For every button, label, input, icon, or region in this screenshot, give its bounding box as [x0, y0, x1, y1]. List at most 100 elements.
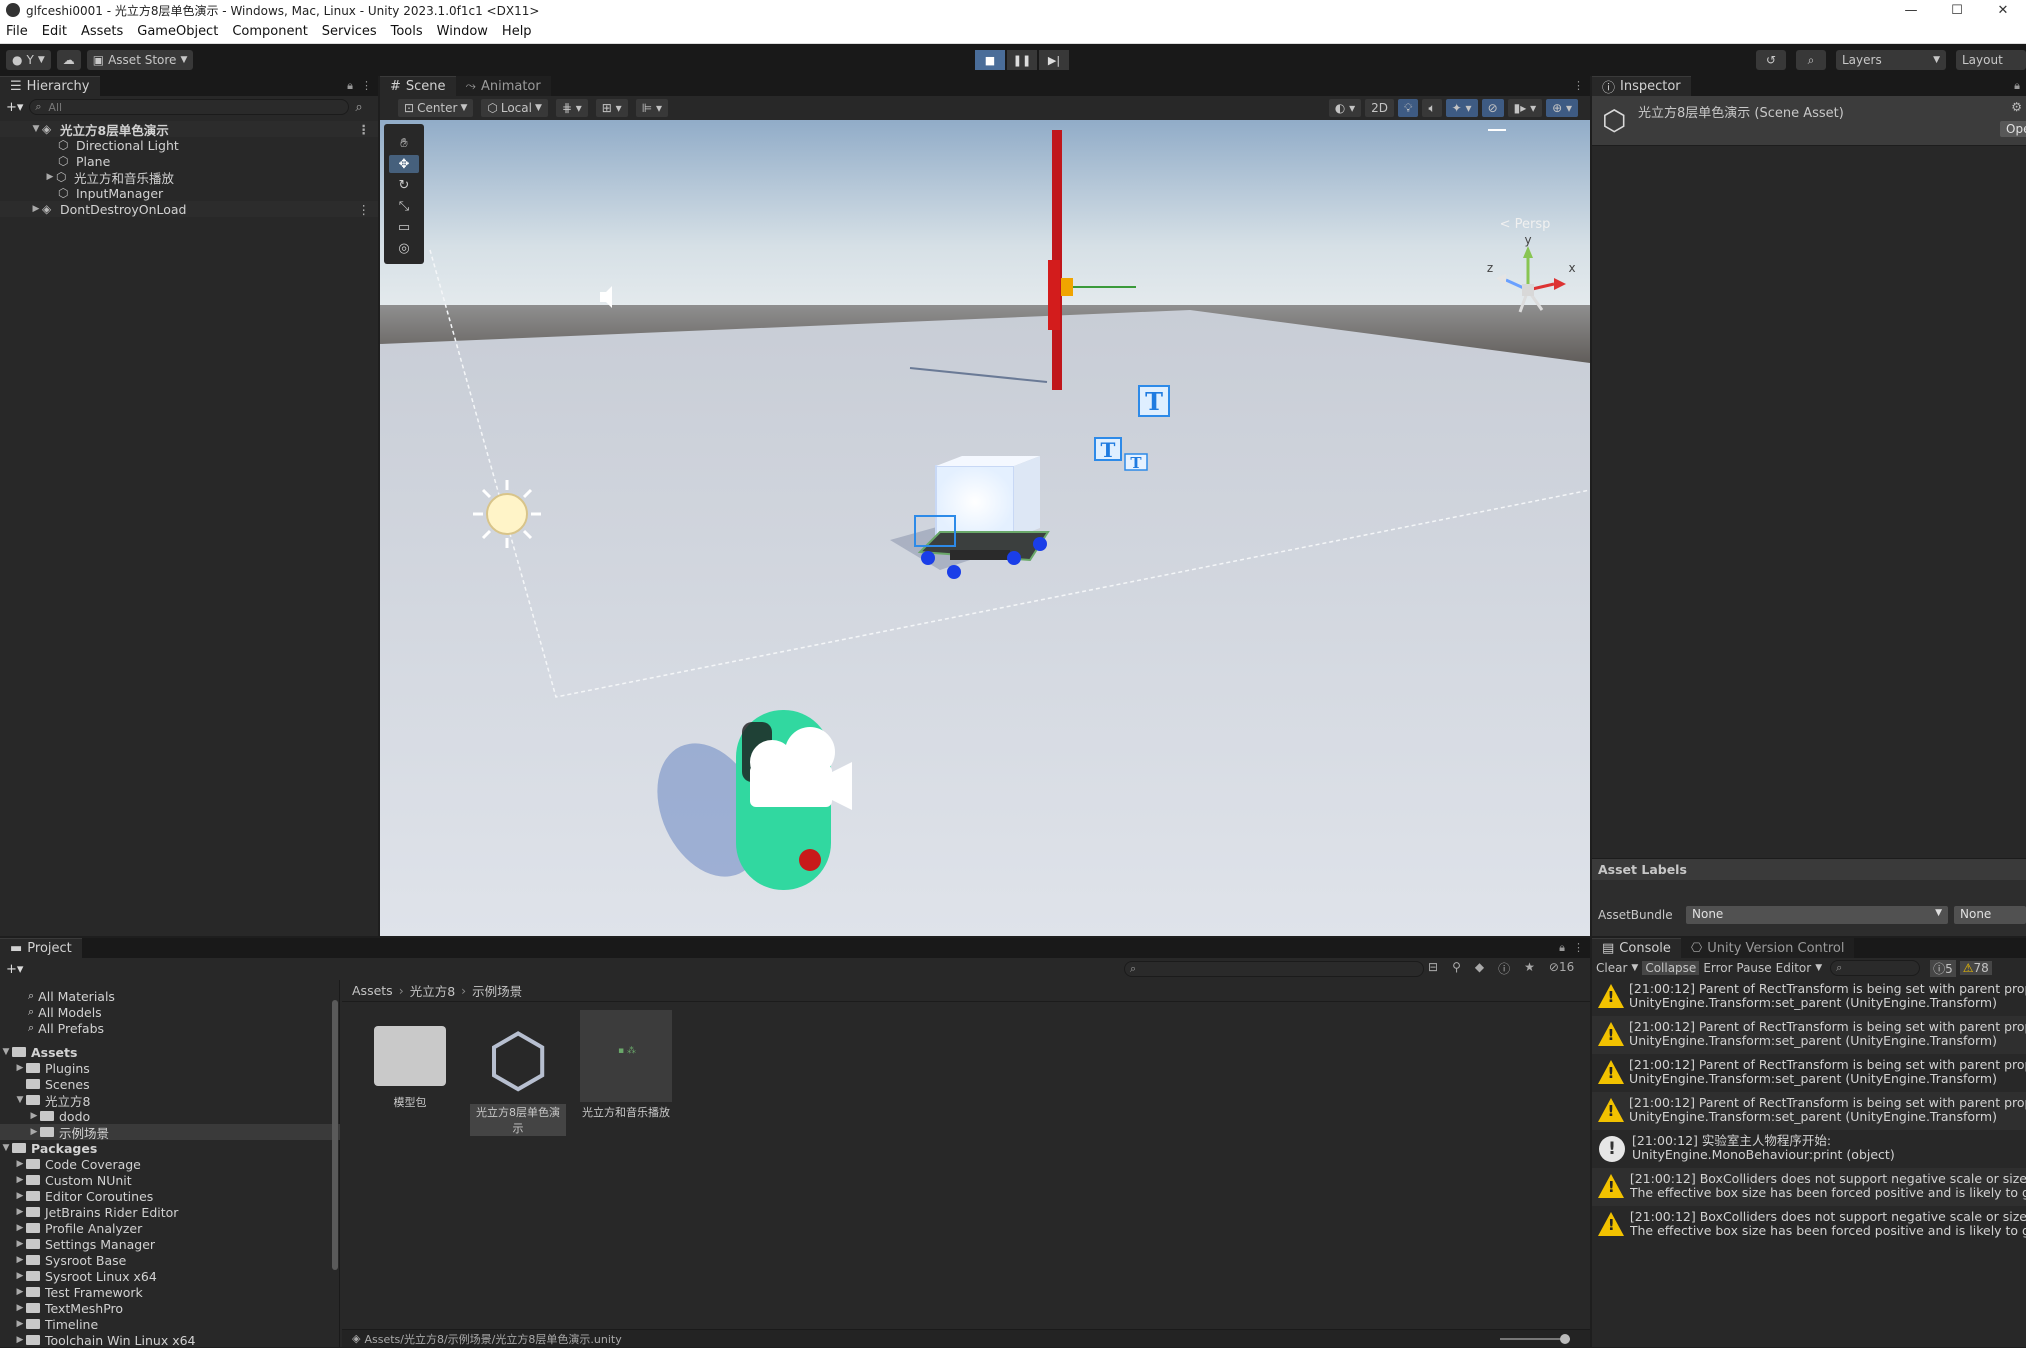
- more-icon[interactable]: ⋮: [361, 79, 372, 93]
- folder-dodo[interactable]: ▶ dodo: [0, 1108, 340, 1124]
- menu-file[interactable]: File: [6, 24, 28, 39]
- pivot-center-dropdown[interactable]: ⊡ Center ▼: [398, 99, 474, 117]
- package-item[interactable]: ▶ Code Coverage: [0, 1156, 340, 1172]
- folder-example-scenes[interactable]: ▶ 示例场景: [0, 1124, 340, 1141]
- console-entry[interactable]: [21:00:12] BoxColliders does not support…: [1592, 1206, 2026, 1244]
- close-button[interactable]: ✕: [1980, 0, 2026, 20]
- cloud-button[interactable]: ☁: [56, 50, 81, 70]
- rect-tool-button[interactable]: ▭: [389, 218, 419, 236]
- package-item[interactable]: ▶ Toolchain Win Linux x64: [0, 1332, 340, 1348]
- collapsed-arrow-icon[interactable]: ▶: [30, 204, 42, 214]
- gizmos-dropdown[interactable]: ⊕ ▾: [1546, 99, 1578, 117]
- lock-icon[interactable]: 🔒︎: [2014, 79, 2020, 93]
- settings-icon[interactable]: ⚙: [2011, 100, 2022, 114]
- hierarchy-item-directional-light[interactable]: ⬡ Directional Light: [0, 137, 378, 153]
- collapsed-arrow-icon[interactable]: ▶: [28, 1127, 40, 1137]
- audio-toggle[interactable]: 🔈︎: [1422, 99, 1442, 117]
- asset-labels-header[interactable]: Asset Labels: [1592, 858, 2026, 880]
- error-pause-button[interactable]: Error Pause: [1703, 961, 1771, 975]
- hierarchy-item-inputmanager[interactable]: ⬡ InputManager: [0, 185, 378, 201]
- tab-animator[interactable]: ⤳ Animator: [455, 76, 551, 96]
- asset-folder-model-pack[interactable]: 模型包: [362, 1020, 458, 1110]
- perspective-label[interactable]: < Persp: [1500, 217, 1551, 232]
- draw-mode-dropdown[interactable]: ◐ ▾: [1328, 99, 1362, 117]
- layers-dropdown[interactable]: Layers ▼: [1836, 50, 1946, 70]
- package-item[interactable]: ▶ JetBrains Rider Editor: [0, 1204, 340, 1220]
- tab-project[interactable]: ▬ Project: [0, 938, 82, 958]
- scene-viewport[interactable]: T T T y x z < Persp ✋︎ ✥ ↻ ⤡ ▭ ◎: [380, 120, 1590, 936]
- console-entry[interactable]: [21:00:12] Parent of RectTransform is be…: [1592, 1016, 2026, 1054]
- package-item[interactable]: ▶ Sysroot Linux x64: [0, 1268, 340, 1284]
- favorite-all-models[interactable]: ⌕ All Models: [0, 1004, 340, 1020]
- clear-button[interactable]: Clear: [1596, 961, 1627, 975]
- search-button[interactable]: ⌕: [1796, 50, 1826, 70]
- breadcrumb-assets[interactable]: Assets: [352, 983, 393, 998]
- menu-assets[interactable]: Assets: [81, 24, 123, 39]
- camera-settings-dropdown[interactable]: ▮▸ ▾: [1507, 99, 1543, 117]
- lock-icon[interactable]: 🔒︎: [347, 79, 353, 93]
- package-item[interactable]: ▶ Settings Manager: [0, 1236, 340, 1252]
- tab-hierarchy[interactable]: ☰ Hierarchy: [0, 76, 100, 96]
- console-search-input[interactable]: [1830, 960, 1921, 976]
- menu-component[interactable]: Component: [232, 24, 307, 39]
- package-item[interactable]: ▶ Test Framework: [0, 1284, 340, 1300]
- console-entry[interactable]: [21:00:12] Parent of RectTransform is be…: [1592, 978, 2026, 1016]
- tab-inspector[interactable]: ⓘ Inspector: [1592, 76, 1691, 96]
- collapsed-arrow-icon[interactable]: ▶: [44, 172, 56, 182]
- favorite-icon[interactable]: ★: [1524, 960, 1535, 977]
- package-item[interactable]: ▶ Custom NUnit: [0, 1172, 340, 1188]
- folder-plugins[interactable]: ▶ Plugins: [0, 1060, 340, 1076]
- create-button[interactable]: +▾: [6, 962, 23, 977]
- asset-bundle-variant-dropdown[interactable]: None: [1954, 906, 2026, 924]
- hidden-packages-icon[interactable]: ⊘16: [1549, 960, 1574, 977]
- package-item[interactable]: ▶ Timeline: [0, 1316, 340, 1332]
- hierarchy-dontdestroy-row[interactable]: ▶ ◈ DontDestroyOnLoad ⋮: [0, 201, 378, 217]
- favorite-all-materials[interactable]: ⌕ All Materials: [0, 988, 340, 1004]
- minimize-button[interactable]: —: [1888, 0, 1934, 20]
- hierarchy-item-plane[interactable]: ⬡ Plane: [0, 153, 378, 169]
- pause-button[interactable]: ❚❚: [1007, 50, 1037, 70]
- increment-snap-button[interactable]: ⊫ ▾: [635, 99, 668, 117]
- menu-gameobject[interactable]: GameObject: [137, 24, 218, 39]
- menu-help[interactable]: Help: [502, 24, 532, 39]
- chevron-down-icon[interactable]: ▼: [1815, 963, 1822, 973]
- collapsed-arrow-icon[interactable]: ▶: [14, 1063, 26, 1073]
- zoom-slider[interactable]: [1500, 1334, 1570, 1344]
- menu-edit[interactable]: Edit: [42, 24, 67, 39]
- collapsed-arrow-icon[interactable]: ▶: [28, 1111, 40, 1121]
- expand-arrow-icon[interactable]: ▼: [14, 1095, 26, 1105]
- hierarchy-scene-row[interactable]: ▼ ◈ 光立方8层单色演示 ⋮: [0, 121, 378, 138]
- step-button[interactable]: ▶|: [1039, 50, 1069, 70]
- grid-visibility-button[interactable]: ⊞ ▾: [595, 99, 628, 117]
- warning-filter-toggle[interactable]: ⚠78: [1959, 961, 1992, 975]
- open-button[interactable]: Open: [2000, 121, 2026, 137]
- layout-dropdown[interactable]: Layout: [1956, 50, 2026, 70]
- space-local-dropdown[interactable]: ⬡ Local ▼: [481, 99, 548, 117]
- expand-arrow-icon[interactable]: ▼: [0, 1143, 12, 1153]
- asset-bundle-dropdown[interactable]: None ▼: [1686, 906, 1948, 924]
- chevron-down-icon[interactable]: ▼: [1631, 963, 1638, 973]
- menu-window[interactable]: Window: [437, 24, 488, 39]
- view-tool-button[interactable]: ✋︎: [389, 134, 419, 152]
- label-icon[interactable]: ◆: [1475, 960, 1484, 977]
- transform-tool-button[interactable]: ◎: [389, 239, 419, 257]
- package-item[interactable]: ▶ TextMeshPro: [0, 1300, 340, 1316]
- menu-tools[interactable]: Tools: [391, 24, 423, 39]
- asset-scene-cube-demo[interactable]: ⬡ 光立方8层单色演示: [470, 1020, 566, 1136]
- more-icon[interactable]: ⋮: [1573, 79, 1584, 92]
- console-entry[interactable]: [21:00:12] Parent of RectTransform is be…: [1592, 1054, 2026, 1092]
- hierarchy-search-input[interactable]: All: [29, 99, 350, 115]
- filter-icon[interactable]: ⚲: [1452, 960, 1461, 977]
- tab-console[interactable]: ▤ Console: [1592, 938, 1681, 958]
- grid-snap-button[interactable]: ⋕ ▾: [555, 99, 588, 117]
- favorite-all-prefabs[interactable]: ⌕ All Prefabs: [0, 1020, 340, 1036]
- expand-arrow-icon[interactable]: ▼: [30, 124, 42, 134]
- account-dropdown[interactable]: ● Y ▼: [6, 50, 51, 70]
- effects-dropdown[interactable]: ✦ ▾: [1445, 99, 1478, 117]
- menu-services[interactable]: Services: [322, 24, 377, 39]
- tree-scrollbar[interactable]: [332, 1000, 338, 1270]
- expand-arrow-icon[interactable]: ▼: [0, 1047, 12, 1057]
- folder-cube8[interactable]: ▼ 光立方8: [0, 1092, 340, 1109]
- breadcrumb-example-scenes[interactable]: 示例场景: [472, 981, 522, 1000]
- lock-icon[interactable]: 🔒︎: [1559, 941, 1565, 955]
